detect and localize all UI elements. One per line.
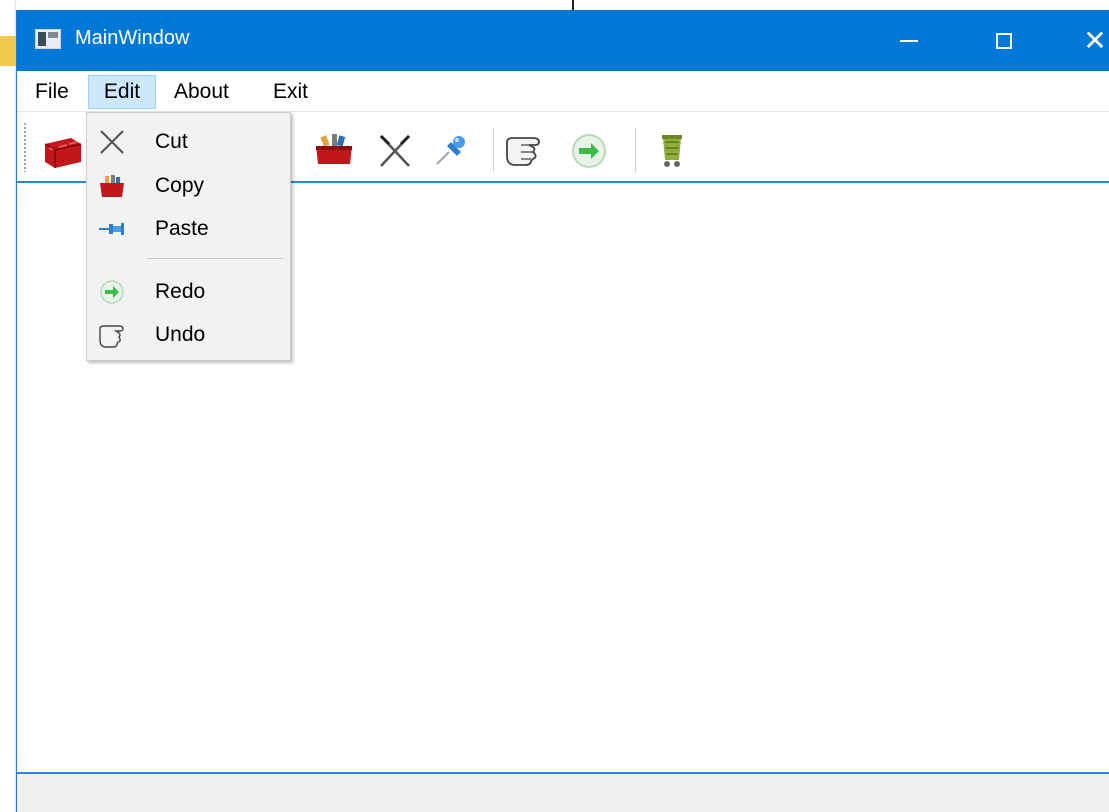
edit-dropdown-menu: Cut Copy Paste Redo Undo: [86, 112, 291, 361]
pin-icon: [436, 136, 465, 165]
minimize-icon: [900, 39, 918, 42]
green-arrow-icon: [100, 280, 124, 304]
menu-item-label: Cut: [155, 130, 188, 153]
menu-exit[interactable]: Exit: [264, 75, 317, 109]
menu-bar: File Edit About Exit: [17, 71, 1109, 111]
toolbox-icon: [316, 134, 352, 164]
background-highlight: [0, 36, 16, 66]
status-bar: [17, 774, 1109, 812]
menu-item-copy[interactable]: Copy: [87, 165, 290, 207]
toolbar-separator: [635, 128, 636, 172]
toolbar-undo-button[interactable]: [503, 130, 547, 170]
toolbox-icon: [100, 175, 124, 197]
toolbar-separator: [493, 128, 494, 172]
menu-file[interactable]: File: [26, 75, 78, 109]
title-bar[interactable]: MainWindow ✕: [17, 10, 1109, 71]
green-arrow-icon: [572, 134, 606, 168]
screen: MainWindow ✕ File Edit About Exit Cut Co…: [0, 0, 1109, 812]
toolbar-cut-button[interactable]: [373, 130, 417, 170]
menu-about[interactable]: About: [165, 75, 238, 109]
menu-item-label: Undo: [155, 323, 206, 346]
pin-icon: [99, 223, 124, 235]
close-button[interactable]: ✕: [1063, 10, 1109, 71]
toolbar-copy-button[interactable]: [312, 130, 356, 170]
menu-item-label: Paste: [155, 217, 209, 240]
maximize-button[interactable]: [972, 10, 1036, 71]
red-basket-icon: [44, 138, 82, 168]
pointing-hand-icon: [99, 325, 124, 348]
background-window: [0, 0, 16, 812]
menu-separator: [147, 258, 283, 259]
background-cursor: [572, 0, 574, 10]
maximize-icon: [996, 32, 1012, 49]
window-title: MainWindow: [75, 27, 190, 49]
app-window-icon: [35, 29, 61, 49]
menu-edit[interactable]: Edit: [88, 75, 156, 109]
pointing-hand-icon: [506, 137, 540, 166]
scissors-icon: [100, 130, 124, 154]
close-icon: ✕: [1083, 23, 1107, 57]
toolbar-redo-button[interactable]: [567, 130, 611, 170]
toolbar-paste-button[interactable]: [429, 130, 473, 170]
toolbar-grip-handle[interactable]: [23, 122, 27, 172]
menu-item-redo[interactable]: Redo: [87, 271, 290, 313]
menu-item-label: Copy: [155, 174, 205, 197]
scissors-icon: [379, 134, 411, 167]
minimize-button[interactable]: [877, 10, 941, 71]
menu-item-undo[interactable]: Undo: [87, 314, 290, 356]
menu-item-label: Redo: [155, 280, 206, 303]
toolbar-basket-button[interactable]: [41, 130, 85, 170]
menu-item-paste[interactable]: Paste: [87, 208, 290, 250]
trash-cart-icon: [662, 135, 682, 167]
toolbar-trash-button[interactable]: [651, 130, 695, 170]
menu-item-cut[interactable]: Cut: [87, 121, 290, 163]
